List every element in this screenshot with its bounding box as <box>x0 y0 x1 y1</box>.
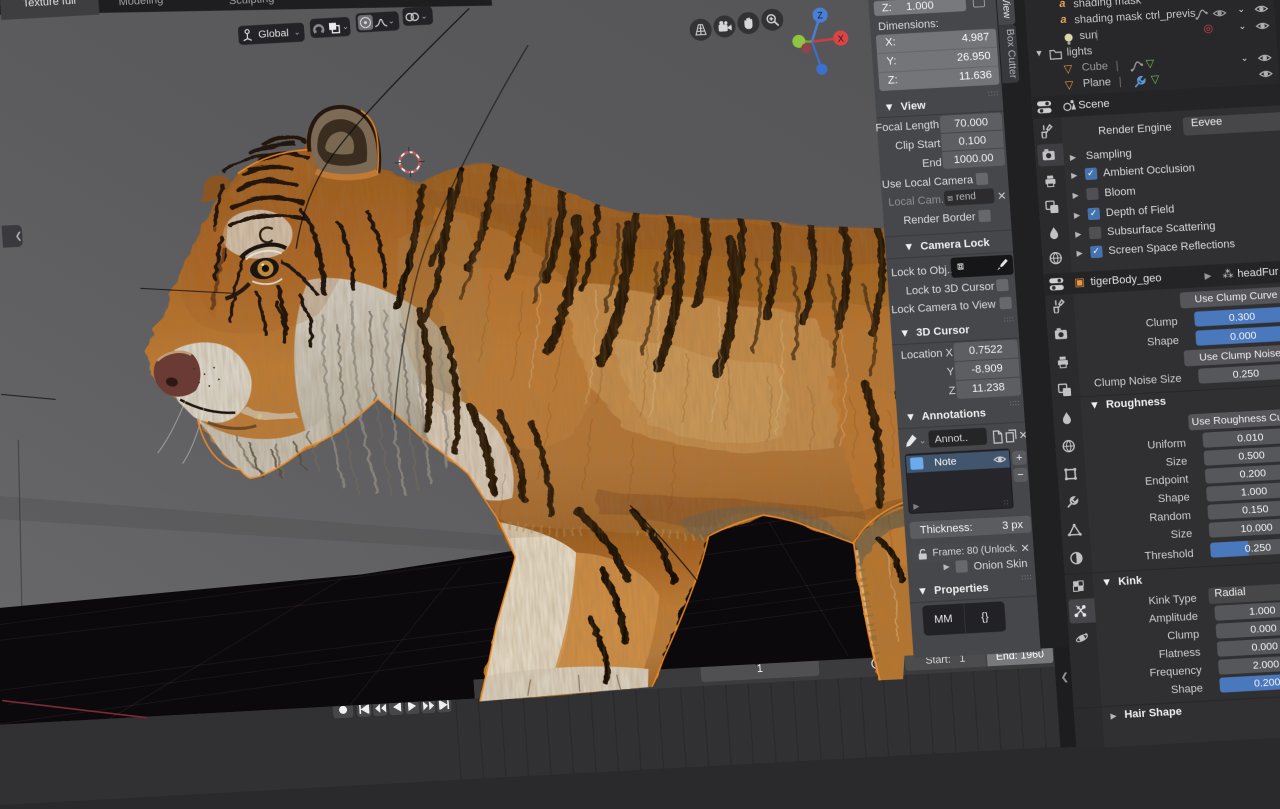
svg-text:X: X <box>837 33 844 43</box>
svg-text:Z: Z <box>817 10 824 20</box>
